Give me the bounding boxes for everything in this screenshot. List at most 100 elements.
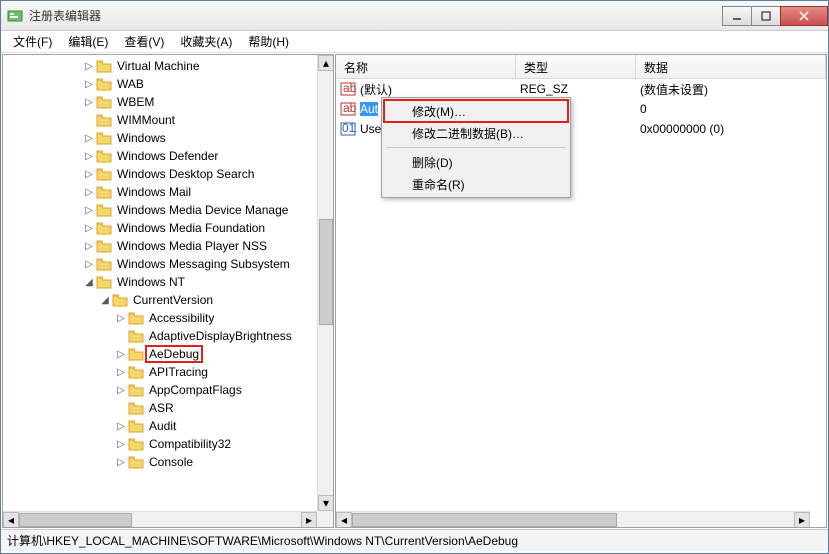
tree-row[interactable]: ▷Windows [3, 129, 333, 147]
value-row[interactable]: ab(默认)REG_SZ(数值未设置) [336, 79, 826, 99]
menu-view[interactable]: 查看(V) [116, 31, 172, 52]
minimize-button[interactable] [722, 6, 752, 26]
tree-row[interactable]: ▷ WBEM [3, 93, 333, 111]
expand-icon[interactable]: ▷ [83, 151, 95, 162]
folder-icon [128, 329, 144, 343]
expand-icon[interactable]: ◢ [99, 295, 111, 306]
folder-icon [128, 401, 144, 415]
menu-edit[interactable]: 编辑(E) [60, 31, 116, 52]
tree-row[interactable]: ▷Compatibility32 [3, 435, 333, 453]
expand-icon[interactable]: ▷ [83, 97, 95, 108]
tree-label: Windows Defender [115, 149, 220, 163]
expand-icon[interactable]: ▷ [83, 259, 95, 270]
expand-icon[interactable]: ▷ [83, 169, 95, 180]
scroll-left-icon[interactable]: ◂ [336, 512, 352, 528]
titlebar[interactable]: 注册表编辑器 [1, 1, 828, 31]
close-button[interactable] [780, 6, 828, 26]
folder-icon [96, 221, 112, 235]
column-header-type[interactable]: 类型 [516, 55, 636, 78]
expand-icon[interactable]: ▷ [83, 223, 95, 234]
tree-row[interactable]: ▷ Windows Defender [3, 147, 333, 165]
expand-icon[interactable]: ▷ [115, 349, 127, 360]
folder-icon [128, 383, 144, 397]
tree-row[interactable]: ▷ AeDebug [3, 345, 333, 363]
string-value-icon: ab [340, 101, 356, 117]
tree-row[interactable]: ▷ AppCompatFlags [3, 381, 333, 399]
tree-row[interactable]: ▷Console [3, 453, 333, 471]
context-menu-modify[interactable]: 修改(M)… [384, 100, 568, 122]
regedit-icon [7, 8, 23, 24]
scroll-down-icon[interactable]: ▾ [318, 495, 334, 511]
tree-panel: ▷Virtual Machine▷WAB▷WBEMWIMMount▷Window… [2, 54, 334, 528]
scroll-thumb[interactable] [352, 513, 617, 527]
expand-icon[interactable]: ▷ [115, 439, 127, 450]
tree-row[interactable]: ▷Windows Media Foundation [3, 219, 333, 237]
context-menu-modify-binary[interactable]: 修改二进制数据(B)… [384, 122, 568, 144]
expand-icon[interactable]: ▷ [83, 241, 95, 252]
expand-icon[interactable]: ▷ [115, 385, 127, 396]
tree-row[interactable]: ▷Virtual Machine [3, 57, 333, 75]
folder-icon [96, 275, 112, 289]
maximize-button[interactable] [751, 6, 781, 26]
folder-icon [96, 59, 112, 73]
tree-label: AeDebug [147, 347, 201, 361]
scroll-right-icon[interactable]: ▸ [794, 512, 810, 528]
context-menu-delete[interactable]: 删除(D) [384, 151, 568, 173]
tree-row[interactable]: WIMMount [3, 111, 333, 129]
expand-icon[interactable]: ▷ [115, 421, 127, 432]
tree-row[interactable]: ◢CurrentVersion [3, 291, 333, 309]
folder-icon [96, 203, 112, 217]
tree-label: WAB [115, 77, 146, 91]
scroll-thumb[interactable] [19, 513, 132, 527]
expand-icon[interactable]: ▷ [83, 187, 95, 198]
values-scrollbar-h[interactable]: ◂ ▸ [336, 511, 810, 527]
tree-row[interactable]: ▷ WAB [3, 75, 333, 93]
tree-row[interactable]: ▷Windows Desktop Search [3, 165, 333, 183]
expand-icon[interactable]: ▷ [83, 61, 95, 72]
column-header-name[interactable]: 名称 [336, 55, 516, 78]
value-data: 0x00000000 (0) [636, 122, 826, 136]
expand-icon[interactable]: ▷ [115, 313, 127, 324]
scroll-up-icon[interactable]: ▴ [318, 55, 334, 71]
tree-label: WBEM [115, 95, 156, 109]
tree-row[interactable]: ▷Windows Mail [3, 183, 333, 201]
expand-icon[interactable]: ▷ [115, 367, 127, 378]
scroll-left-icon[interactable]: ◂ [3, 512, 19, 528]
tree-scrollbar-h[interactable]: ◂ ▸ [3, 511, 317, 527]
expand-icon[interactable]: ◢ [83, 277, 95, 288]
menu-file[interactable]: 文件(F) [5, 31, 60, 52]
scroll-thumb[interactable] [319, 219, 333, 325]
value-name: Aut [360, 102, 378, 116]
registry-editor-window: 注册表编辑器 文件(F) 编辑(E) 查看(V) 收藏夹(A) 帮助(H) ▷V… [0, 0, 829, 554]
expand-icon[interactable]: ▷ [83, 205, 95, 216]
tree-label: AdaptiveDisplayBrightness [147, 329, 294, 343]
tree-row[interactable]: ▷Windows Media Player NSS [3, 237, 333, 255]
tree-row[interactable]: ▷Windows Media Device Manage [3, 201, 333, 219]
folder-icon [96, 113, 112, 127]
statusbar-path: 计算机\HKEY_LOCAL_MACHINE\SOFTWARE\Microsof… [7, 532, 518, 549]
expand-icon[interactable]: ▷ [115, 457, 127, 468]
context-menu-rename[interactable]: 重命名(R) [384, 173, 568, 195]
tree-label: Windows NT [115, 275, 187, 289]
menu-favorites[interactable]: 收藏夹(A) [172, 31, 240, 52]
tree-row[interactable]: ASR [3, 399, 333, 417]
value-data: 0 [636, 102, 826, 116]
tree-scrollbar-v[interactable]: ▴ ▾ [317, 55, 333, 511]
scroll-right-icon[interactable]: ▸ [301, 512, 317, 528]
tree-row[interactable]: AdaptiveDisplayBrightness [3, 327, 333, 345]
column-header-data[interactable]: 数据 [636, 55, 826, 78]
menu-help[interactable]: 帮助(H) [240, 31, 297, 52]
tree-row[interactable]: ▷Audit [3, 417, 333, 435]
tree-row[interactable]: ◢ Windows NT [3, 273, 333, 291]
value-data: (数值未设置) [636, 81, 826, 98]
tree-row[interactable]: ▷APITracing [3, 363, 333, 381]
tree-label: AppCompatFlags [147, 383, 244, 397]
tree-row[interactable]: ▷Accessibility [3, 309, 333, 327]
tree-label: Windows Messaging Subsystem [115, 257, 292, 271]
dword-value-icon: 011 [340, 121, 356, 137]
menubar: 文件(F) 编辑(E) 查看(V) 收藏夹(A) 帮助(H) [1, 31, 828, 53]
expand-icon[interactable]: ▷ [83, 133, 95, 144]
value-name: (默认) [360, 81, 392, 98]
expand-icon[interactable]: ▷ [83, 79, 95, 90]
tree-row[interactable]: ▷ Windows Messaging Subsystem [3, 255, 333, 273]
